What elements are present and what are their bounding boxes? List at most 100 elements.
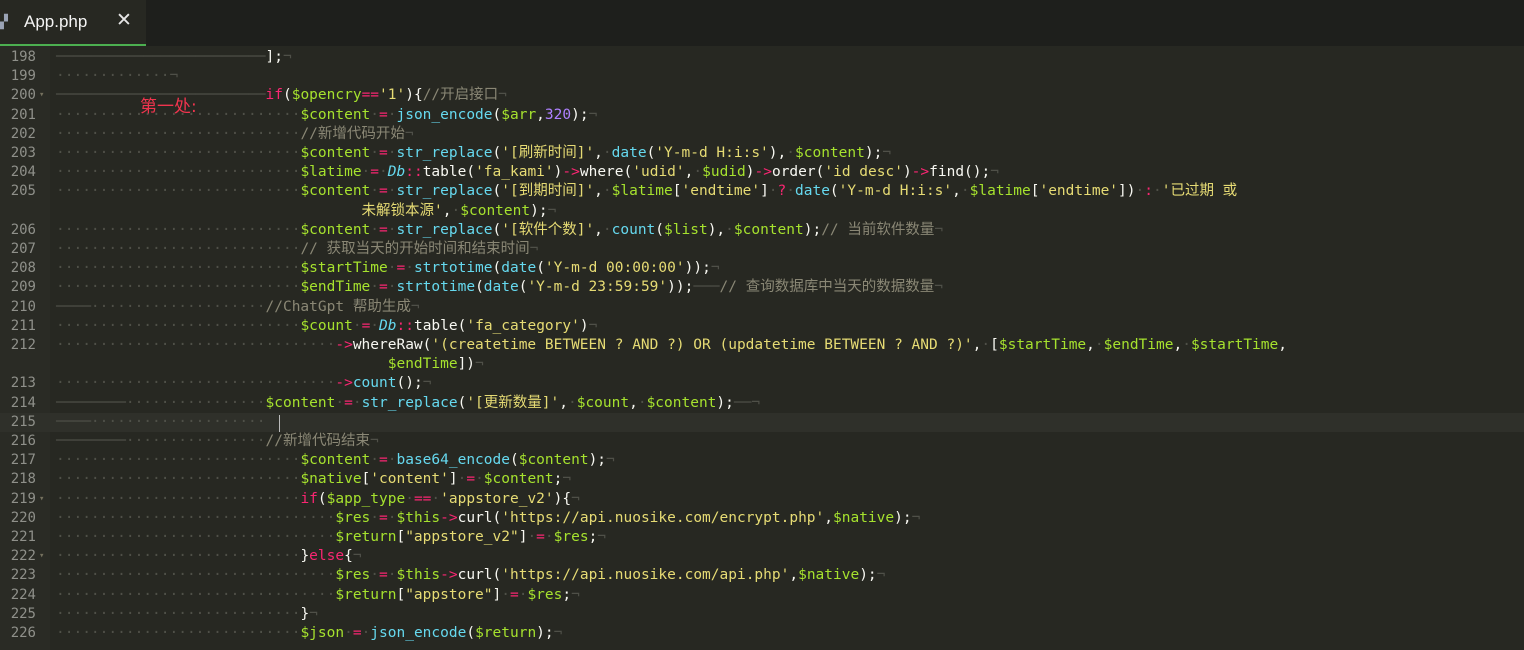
code-token: = [379, 145, 388, 161]
code-token: '[更新数量]' [466, 394, 560, 411]
code-token: // 查询数据库中当天的数据数量 [719, 279, 935, 296]
code-line[interactable]: 203 ····························$content·… [0, 144, 1524, 163]
code-token: strtotime [396, 279, 476, 296]
code-line[interactable]: 207 ····························// 获取当天的开… [0, 240, 1524, 259]
code-token: ································ [56, 529, 336, 545]
code-line[interactable]: 217 ····························$content·… [0, 451, 1524, 470]
code-token: date [483, 279, 519, 296]
code-line[interactable]: 200 ▾ ────────────────────────if($opencry=… [0, 86, 1524, 105]
code-token: ]) [1118, 183, 1136, 200]
code-line[interactable]: 225 ····························}¬ [0, 605, 1524, 624]
text-caret [279, 415, 280, 432]
fold-arrow-icon[interactable]: ▾ [39, 86, 44, 105]
code-token: 'appstore_v2' [440, 490, 554, 507]
code-line[interactable]: 220 ································$res·… [0, 509, 1524, 528]
code-line[interactable]: 205 ····························$content·… [0, 182, 1524, 201]
code-line[interactable]: $endTime])¬ [0, 355, 1524, 374]
tab-title: App.php [24, 12, 88, 31]
code-token: ){ [405, 87, 423, 104]
code-token: · [370, 452, 380, 469]
code-line[interactable]: 未解锁本源',·$content);¬ [0, 202, 1524, 221]
code-token: ¬ [934, 279, 943, 296]
code-token: · [1135, 183, 1145, 200]
code-line[interactable]: 216 ────────················//新增代码结束¬ [0, 432, 1524, 451]
code-token: $startTime [300, 260, 388, 277]
code-token: ( [492, 221, 502, 238]
line-number: 217 [10, 452, 36, 469]
code-token: = [509, 586, 519, 603]
code-token: $content [518, 452, 589, 469]
code-line[interactable]: 222 ▾ ····························}else{¬ [0, 547, 1524, 566]
fold-arrow-icon[interactable]: ▾ [39, 547, 44, 566]
code-text: ····························// 获取当天的开始时间… [56, 240, 538, 259]
line-number: 208 [10, 260, 36, 277]
code-line[interactable]: 206 ····························$content·… [0, 221, 1524, 240]
code-token: == [361, 87, 380, 104]
code-token: , [442, 202, 452, 219]
code-token: ] [448, 471, 458, 488]
code-text: ────────────────────────];¬ [56, 48, 292, 67]
code-token: $count [576, 394, 630, 411]
code-line[interactable]: 226 ····························$json·=·j… [0, 624, 1524, 643]
code-text: ································->whereR… [56, 336, 1287, 355]
code-token: · [370, 106, 380, 123]
code-line[interactable]: 199 ·············¬ [0, 67, 1524, 86]
code-line[interactable]: 221 ································$retu… [0, 528, 1524, 547]
code-token: '[到期时间]' [501, 183, 595, 200]
code-line[interactable]: 213 ································->cou… [0, 374, 1524, 393]
code-token: · [602, 183, 612, 200]
code-token: ( [492, 260, 502, 277]
code-line[interactable]: 201 ····························$content·… [0, 106, 1524, 125]
code-text: ····························$content·=·s… [56, 144, 891, 163]
code-token: 'endtime' [681, 183, 761, 200]
code-token: ···························· [56, 625, 301, 641]
code-token: , [789, 567, 799, 584]
tab-app-php[interactable]: ▞ App.php ✕ [0, 0, 146, 46]
code-token: $this [396, 567, 441, 584]
code-token: ) [902, 164, 912, 181]
code-line[interactable]: 198 ────────────────────────];¬ [0, 48, 1524, 67]
code-token: $app_type [326, 490, 406, 507]
code-token: ¬ [934, 221, 944, 238]
code-line[interactable]: 215 ────···················· [0, 412, 1524, 432]
code-token: curl( [457, 567, 502, 584]
fold-arrow-icon[interactable]: ▾ [39, 490, 44, 509]
line-number: 207 [10, 241, 36, 257]
code-line[interactable]: 212 ································->whe… [0, 336, 1524, 355]
code-token: · [768, 183, 778, 200]
code-token: · [1152, 183, 1162, 200]
code-line[interactable]: 224 ································$retu… [0, 586, 1524, 605]
code-token: ); [530, 202, 548, 219]
code-token: base64_encode [396, 452, 510, 469]
close-icon[interactable]: ✕ [116, 9, 132, 32]
code-token: -> [335, 337, 353, 353]
code-token: -> [440, 567, 458, 584]
code-text: ····························$content·=·s… [56, 182, 1237, 201]
code-line[interactable]: 210 ────····················//ChatGpt 帮助生… [0, 298, 1524, 317]
code-line[interactable]: 209 ····························$endTime·… [0, 278, 1524, 297]
code-text: ································$res·=·$… [56, 566, 885, 585]
code-token: 'Y-m-d 23:59:59' [527, 279, 668, 296]
code-line[interactable]: 223 ································$res·… [0, 566, 1524, 585]
code-token: '已过期 或 [1161, 183, 1238, 200]
code-token: ································ [56, 375, 336, 392]
code-line[interactable]: 202 ····························//新增代码开始¬ [0, 125, 1524, 144]
code-token: } [300, 548, 310, 565]
code-token: $content [300, 183, 371, 200]
code-token: count [611, 221, 656, 238]
code-token: )); [667, 279, 694, 296]
code-token: ────···················· [56, 298, 266, 315]
code-line[interactable]: 219 ▾ ····························if($app_… [0, 490, 1524, 509]
code-line[interactable]: 211 ····························$count·=·… [0, 317, 1524, 336]
line-number: 216 [10, 433, 36, 449]
code-token: str_replace [361, 394, 458, 411]
code-editor[interactable]: 198 ────────────────────────];¬ 199 ·······… [0, 46, 1524, 650]
code-line[interactable]: 204 ····························$latime·=… [0, 163, 1524, 182]
code-line[interactable]: 218 ····························$native['… [0, 470, 1524, 489]
code-line[interactable]: 208 ····························$startTim… [0, 259, 1524, 278]
code-token: · [405, 490, 414, 507]
code-token: $this [396, 509, 441, 526]
code-token: · [637, 394, 647, 411]
code-line[interactable]: 214 ────────················$content·=·st… [0, 394, 1524, 413]
